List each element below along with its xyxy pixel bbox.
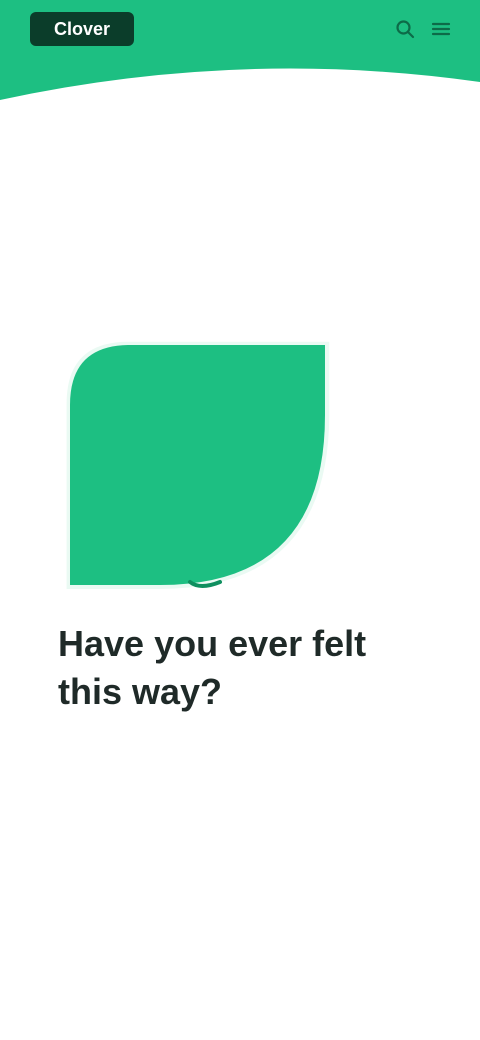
leaf-icon	[66, 341, 330, 589]
header-actions	[394, 18, 452, 40]
top-header: Clover	[0, 0, 480, 120]
main-question: Have you ever felt this way?	[58, 623, 367, 712]
menu-icon[interactable]	[430, 18, 452, 40]
brand-logo[interactable]: Clover	[30, 12, 134, 46]
search-icon[interactable]	[394, 18, 416, 40]
hero-illustration	[50, 320, 350, 610]
app-screen: Clover Have you ever felt this way?	[0, 0, 480, 1040]
